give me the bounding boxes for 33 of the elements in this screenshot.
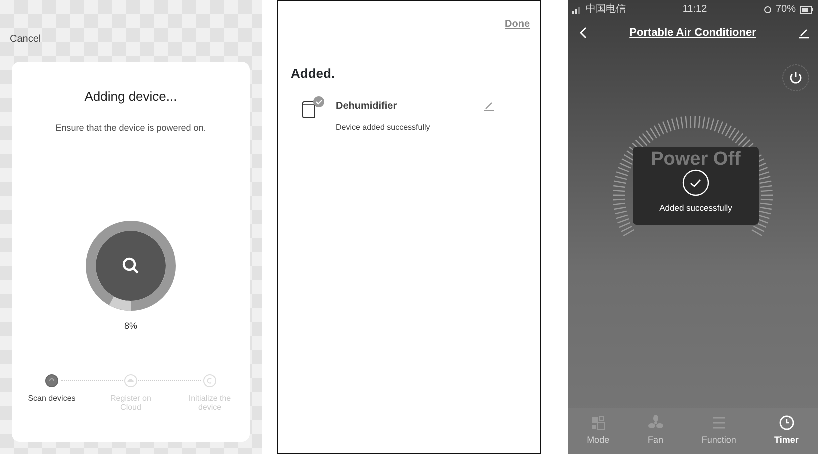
toast-message: Added successfully [660,202,732,214]
tab[interactable]: Timer [774,414,799,448]
edit-icon[interactable] [798,27,810,40]
fan-icon [648,414,664,431]
tab[interactable]: Function [702,414,736,448]
scan-step-icon [45,374,59,388]
device-status: Device added successfully [336,122,430,134]
check-icon [682,168,710,196]
section-heading: Added. [291,65,336,83]
menu-icon [711,414,728,431]
search-icon [122,257,140,275]
device-name: Dehumidifier [336,100,398,114]
back-icon[interactable] [580,27,588,40]
dialog-title: Adding device... [84,88,178,106]
step-label: Scan devices [28,394,76,404]
battery-percent: 70% [776,3,796,17]
carrier-name: 中国电信 [586,2,626,17]
init-step-icon [203,374,217,388]
screen-title: Portable Air Conditioner [630,26,756,41]
tab[interactable]: Fan [648,414,664,448]
status-time: 11:12 [682,3,708,17]
dialog-subtitle: Ensure that the device is powered on. [56,122,206,135]
done-link[interactable]: Done [505,19,530,30]
clock-icon [778,414,795,431]
grid-icon [590,414,606,431]
battery-icon [800,6,814,14]
progress-percent: 8% [124,320,138,333]
cloud-step-icon [124,374,138,388]
cancel-link[interactable]: Cancel [10,34,42,45]
signal-icon [572,6,582,14]
power-state: Power Off [651,150,741,168]
tab[interactable]: Mode [587,414,610,448]
power-button[interactable] [782,64,810,92]
